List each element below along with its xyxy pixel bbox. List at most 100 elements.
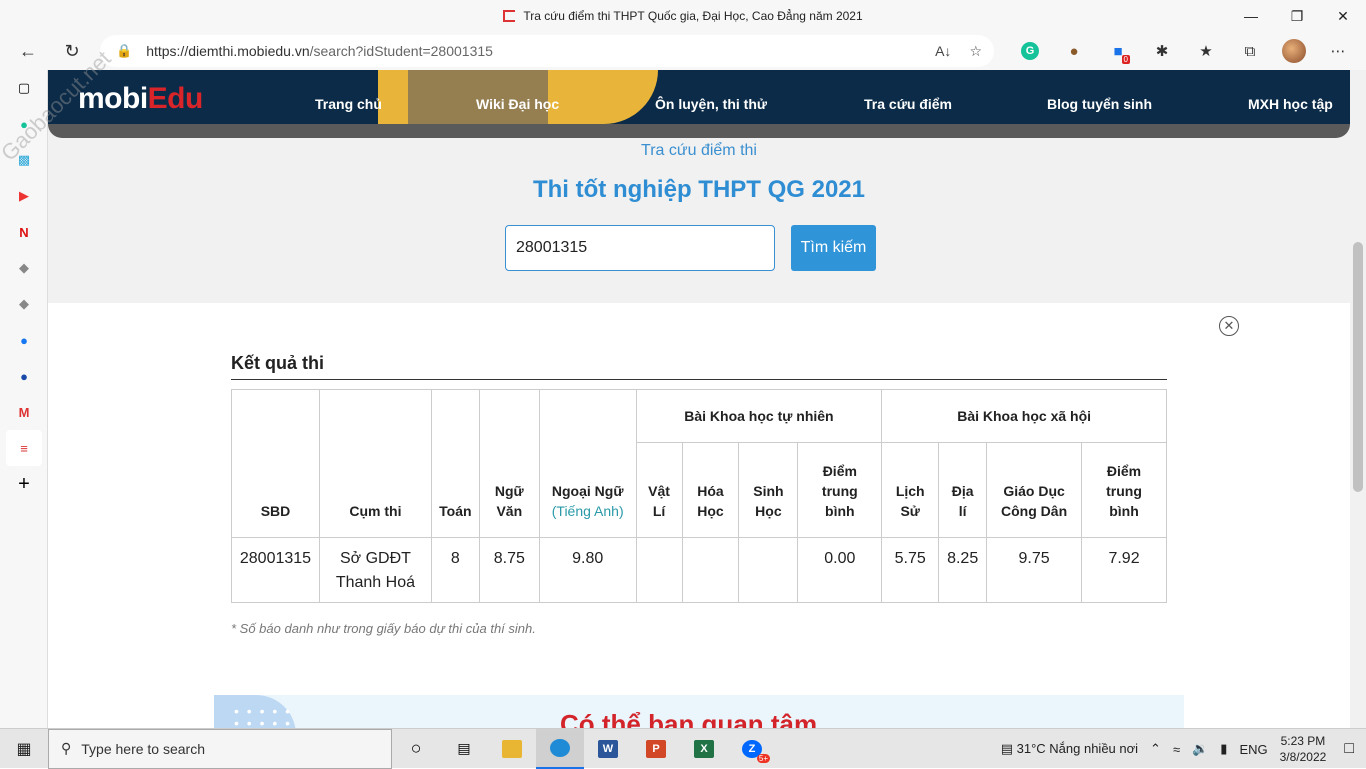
col-hoa-hoc-label: Hóa Học <box>697 483 724 519</box>
cell-gdcd: 9.75 <box>986 537 1083 603</box>
col-toan: Toán <box>430 389 480 538</box>
col-ngoai-ngu-language: (Tiếng Anh) <box>551 503 624 519</box>
grammarly-extension[interactable]: G <box>1008 32 1052 70</box>
grammarly-side-icon[interactable]: ● <box>0 106 48 142</box>
puzzle-icon: ✱ <box>1155 43 1169 60</box>
excel-button[interactable]: X <box>680 729 728 769</box>
col-dia-li: Địa lí <box>938 442 988 538</box>
cortana-button[interactable]: ○ <box>392 729 440 769</box>
dots-decoration-icon: • • • • • • • • • • <box>234 703 293 728</box>
edge-taskbar-button[interactable] <box>536 728 584 769</box>
cell-sinh-hoc <box>738 537 799 603</box>
grammarly-icon: G <box>1021 42 1039 60</box>
scrollbar-thumb[interactable] <box>1353 242 1363 492</box>
nav-blog[interactable]: Blog tuyển sinh <box>1047 96 1152 112</box>
refresh-button[interactable]: ↻ <box>54 33 90 69</box>
volume-icon[interactable]: 🔉 <box>1186 741 1214 757</box>
col-diem-tb-xh-label: Điểm trung bình <box>1106 463 1142 519</box>
page-scrollbar[interactable] <box>1350 70 1366 728</box>
promo-banner: • • • • • • • • • • Có thể bạn quan tâm <box>214 695 1184 728</box>
table-row: 28001315 Sở GDĐT Thanh Hoá 8 8.75 9.80 0… <box>231 537 1167 603</box>
task-view-button[interactable]: ▤ <box>440 729 488 769</box>
netflix-icon[interactable]: N <box>0 214 48 250</box>
powerpoint-button[interactable]: P <box>632 729 680 769</box>
battery-icon[interactable]: ▮ <box>1214 741 1233 757</box>
taskbar-search[interactable]: ⚲ Type here to search <box>48 728 392 769</box>
col-gdcd-label: Giáo Dục Công Dân <box>1001 483 1068 519</box>
restore-button[interactable]: ❐ <box>1274 0 1320 32</box>
browser-titlebar: Tra cứu điểm thi THPT Quốc gia, Đại Học,… <box>0 0 1366 32</box>
notifications-icon[interactable]: □ <box>1332 740 1366 758</box>
col-diem-tb-tn-label: Điểm trung bình <box>821 463 858 519</box>
mobiedu-sidebar-icon[interactable]: ≡ <box>6 430 42 466</box>
col-ngoai-ngu: Ngoại Ngữ (Tiếng Anh) <box>538 389 637 538</box>
col-diem-tb-xh: Điểm trung bình <box>1081 442 1167 538</box>
nav-social[interactable]: MXH học tập <box>1248 96 1333 112</box>
cookie-extension[interactable]: ● <box>1052 32 1096 70</box>
cell-ngu-van: 8.75 <box>478 537 540 603</box>
cell-ngoai-ngu: 9.80 <box>538 537 637 603</box>
col-ngoai-ngu-label: Ngoại Ngữ <box>551 483 624 499</box>
messenger-icon[interactable]: ● <box>0 358 48 394</box>
minimize-button[interactable]: — <box>1228 0 1274 32</box>
profile-button[interactable] <box>1272 32 1316 70</box>
col-gdcd: Giáo Dục Công Dân <box>986 442 1083 538</box>
gmail-icon[interactable]: M <box>0 394 48 430</box>
blue-extension[interactable]: ■ 0 <box>1096 32 1140 70</box>
search-button[interactable]: Tìm kiếm <box>791 225 876 271</box>
show-hidden-icons[interactable]: ⌃ <box>1144 741 1167 757</box>
youtube-icon[interactable]: ▶ <box>0 178 48 214</box>
back-button[interactable]: ← <box>10 33 46 69</box>
close-window-button[interactable]: ✕ <box>1320 0 1366 32</box>
student-id-input[interactable] <box>505 225 775 271</box>
more-menu-button[interactable]: ⋯ <box>1316 32 1360 70</box>
cookie-icon: ● <box>1069 42 1079 60</box>
clock[interactable]: 5:23 PM 3/8/2022 <box>1274 733 1333 765</box>
start-button[interactable]: ▦ <box>0 729 48 769</box>
collections-button[interactable]: ⧉ <box>1228 32 1272 70</box>
language-indicator[interactable]: ENG <box>1233 742 1273 757</box>
nav-home[interactable]: Trang chủ <box>315 96 382 112</box>
col-sinh-hoc: Sinh Học <box>738 442 799 538</box>
cell-vat-li <box>635 537 683 603</box>
weather-widget[interactable]: ▤ 31°C Nắng nhiều nơi <box>995 741 1144 757</box>
nav-wiki[interactable]: Wiki Đại học <box>476 96 559 112</box>
cube-icon-2[interactable]: ◆ <box>0 286 48 322</box>
folder-icon <box>502 739 522 758</box>
table-header-row: SBD Cụm thi Toán Ngữ Văn Ngoại Ngữ (Tiếng… <box>231 389 1167 538</box>
word-icon: W <box>598 739 618 758</box>
url-path: /search?idStudent=28001315 <box>309 43 493 59</box>
header-shadow <box>48 124 1350 138</box>
nav-score-lookup[interactable]: Tra cứu điểm <box>864 96 952 112</box>
facebook-icon[interactable]: ● <box>0 322 48 358</box>
favorites-button[interactable]: ★ <box>1184 32 1228 70</box>
col-sinh-hoc-label: Sinh Học <box>753 483 784 519</box>
zalo-badge: 5+ <box>756 753 770 763</box>
add-favorite-icon[interactable]: ☆ <box>969 43 982 60</box>
nav-practice[interactable]: Ôn luyện, thi thử <box>655 96 767 112</box>
weather-text: 31°C Nắng nhiều nơi <box>1016 741 1139 756</box>
col-hoa-hoc: Hóa Học <box>681 442 740 538</box>
cell-cum-thi: Sở GDĐT Thanh Hoá <box>318 537 432 603</box>
tab[interactable]: Tra cứu điểm thi THPT Quốc gia, Đại Học,… <box>503 9 863 23</box>
zalo-button[interactable]: Z 5+ <box>728 729 776 769</box>
add-sidebar-icon[interactable]: + <box>0 466 48 502</box>
word-button[interactable]: W <box>584 729 632 769</box>
taskbar-search-placeholder: Type here to search <box>81 740 206 757</box>
file-explorer-button[interactable] <box>488 729 536 769</box>
breadcrumb[interactable]: Tra cứu điểm thi <box>48 142 1350 160</box>
cell-diem-tb-xh: 7.92 <box>1081 537 1167 603</box>
close-icon[interactable]: ✕ <box>1219 316 1239 336</box>
cube-icon[interactable]: ◆ <box>0 250 48 286</box>
browser-toolbar: ← ↻ 🔒 https://diemthi.mobiedu.vn/search?… <box>0 32 1366 70</box>
tab-actions-icon[interactable]: ▢ <box>0 70 48 106</box>
network-icon[interactable]: ≈ <box>1167 742 1186 757</box>
site-logo[interactable]: mobiEdu <box>78 82 203 116</box>
lock-icon[interactable]: 🔒 <box>116 43 132 59</box>
chart-app-icon[interactable]: ▩ <box>0 142 48 178</box>
read-aloud-icon[interactable]: A↓ <box>935 43 951 60</box>
address-bar[interactable]: 🔒 https://diemthi.mobiedu.vn/search?idSt… <box>100 35 994 67</box>
avatar <box>1282 39 1306 63</box>
search-section: Tra cứu điểm thi Thi tốt nghiệp THPT QG … <box>48 138 1350 303</box>
extensions-button[interactable]: ✱ <box>1140 32 1184 70</box>
